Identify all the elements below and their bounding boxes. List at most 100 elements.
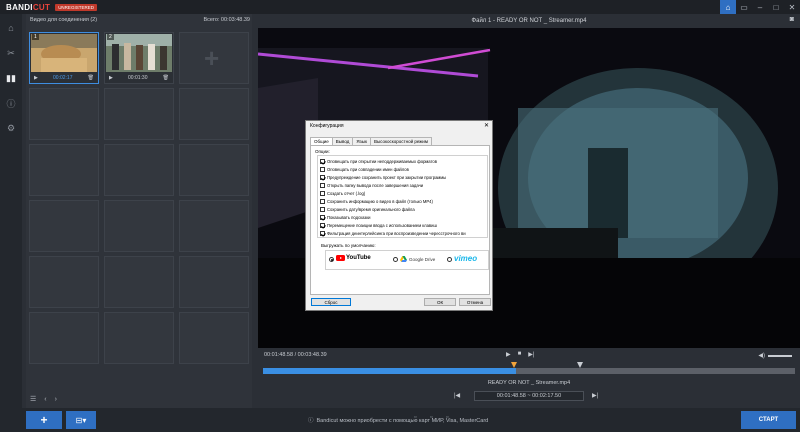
option-checkbox[interactable]	[320, 230, 325, 236]
share-icon[interactable]: ▫	[414, 414, 416, 421]
gear-icon[interactable]: ⚙	[0, 120, 22, 136]
empty-slot	[104, 144, 174, 196]
option-checkbox[interactable]	[320, 182, 325, 188]
option-row[interactable]: Оповещать при совпадении имен файлов	[320, 165, 409, 173]
option-row[interactable]: Фильтрация деинтерлейсинга при воспроизв…	[320, 229, 466, 237]
start-button[interactable]: СТАРТ	[741, 411, 796, 429]
google-drive-icon	[400, 256, 407, 262]
start-marker[interactable]	[511, 362, 517, 368]
clip-thumbnail	[31, 34, 97, 72]
empty-slot	[104, 312, 174, 364]
clip-item[interactable]: 2 ▶ 00:01:30 🗑	[104, 32, 174, 84]
vimeo-radio[interactable]	[447, 257, 452, 262]
google-drive-radio[interactable]	[393, 257, 398, 262]
clip-duration: 00:02:17	[53, 75, 73, 81]
option-row[interactable]: Показывать подсказки	[320, 213, 371, 221]
unregistered-badge: UNREGISTERED	[55, 3, 97, 11]
close-icon[interactable]: ✕	[784, 0, 800, 14]
play-icon[interactable]: ▶	[506, 351, 511, 358]
camera-icon[interactable]: ◙	[790, 16, 794, 23]
stop-icon[interactable]: ■	[518, 351, 522, 358]
add-clip-slot[interactable]: +	[179, 32, 249, 84]
current-time: 00:01:48.58 / 00:03:48.39	[264, 352, 327, 358]
empty-slot	[29, 312, 99, 364]
join-icon[interactable]: ▮▮	[0, 70, 22, 86]
vimeo-logo: vimeo	[454, 254, 478, 263]
maximize-icon[interactable]: □	[768, 0, 784, 14]
youtube-radio[interactable]	[329, 257, 334, 262]
empty-slot	[104, 200, 174, 252]
close-icon[interactable]: ✕	[484, 122, 489, 129]
home-icon[interactable]: ⌂	[720, 0, 736, 14]
range-row: |◀ 00:01:48.58 ~ 00:02:17.50 ▶|	[258, 391, 800, 401]
empty-slot	[179, 88, 249, 140]
volume-icon[interactable]: ◀)	[758, 352, 765, 359]
trash-icon[interactable]: 🗑	[88, 75, 94, 81]
option-checkbox[interactable]	[320, 198, 325, 204]
title-bar: BANDICUT UNREGISTERED ⌂ ▭ – □ ✕	[0, 0, 800, 14]
prev-page-icon[interactable]: ‹	[44, 396, 46, 403]
tab-content: Опции: Оповещать при открытии неподдержи…	[310, 145, 490, 295]
tab-general[interactable]: Общие	[310, 137, 333, 145]
tab-language[interactable]: Язык	[352, 137, 371, 145]
option-row[interactable]: Перемещение позиции ввода с использовани…	[320, 221, 437, 229]
tab-high-speed[interactable]: Высокоскоростной режим	[369, 137, 432, 145]
list-icon[interactable]: ▫	[446, 414, 448, 421]
add-file-button[interactable]: +	[26, 411, 62, 429]
option-label: Открыть папку вывода после завершения за…	[327, 182, 424, 188]
set-end-icon[interactable]: ▶|	[592, 392, 598, 399]
tab-output[interactable]: Вывод	[331, 137, 354, 145]
range-time[interactable]: 00:01:48.58 ~ 00:02:17.50	[474, 391, 584, 401]
option-checkbox[interactable]	[320, 206, 325, 212]
file-name: READY OR NOT _ Streamer.mp4	[487, 380, 571, 386]
timeline-bar[interactable]	[263, 368, 795, 374]
youtube-icon	[336, 255, 345, 261]
list-view-icon[interactable]: ☰	[30, 395, 36, 403]
folder-icon[interactable]: ▭	[736, 0, 752, 14]
option-checkbox[interactable]	[320, 214, 325, 220]
upload-label: Выгружать по умолчанию:	[321, 243, 376, 248]
home-icon[interactable]: ⌂	[0, 20, 22, 36]
option-row[interactable]: Оповещать при открытии неподдерживаемых …	[320, 157, 437, 165]
cut-icon[interactable]: ✂	[0, 45, 22, 61]
folder-icon[interactable]: ▫	[430, 414, 432, 421]
option-checkbox[interactable]	[320, 222, 325, 228]
option-checkbox[interactable]	[320, 190, 325, 196]
empty-slot	[179, 312, 249, 364]
bandicut-window: BANDICUT UNREGISTERED ⌂ ▭ – □ ✕ ⌂ ✂ ▮▮ ⓘ…	[0, 0, 800, 432]
reset-button[interactable]: Сброс	[311, 298, 351, 306]
preview-title: Файл 1 - READY OR NOT _ Streamer.mp4	[471, 18, 587, 24]
panel-footer: ☰ ‹ ›	[26, 392, 252, 406]
play-icon[interactable]: ▶	[109, 75, 113, 81]
purchase-info: ⓘ Bandicut можно приобрести с помощью кар…	[308, 418, 489, 424]
trash-icon[interactable]: 🗑	[163, 75, 169, 81]
end-marker[interactable]	[577, 362, 583, 368]
bottom-bar: + ⊟▾ ⓘ Bandicut можно приобрести с помощь…	[0, 408, 800, 432]
dialog-title: Конфигурация	[310, 123, 344, 129]
option-checkbox[interactable]	[320, 158, 325, 164]
cancel-button[interactable]: Отмена	[459, 298, 491, 306]
volume-slider[interactable]	[768, 354, 792, 357]
option-row[interactable]: Предупреждение сохранить проект при закр…	[320, 173, 446, 181]
upload-services: YouTube Google Drive vimeo	[325, 250, 489, 270]
options-label: Опции:	[315, 149, 330, 154]
clip-item[interactable]: 1 ▶ 00:02:17 🗑	[29, 32, 99, 84]
option-label: Перемещение позиции ввода с использовани…	[327, 222, 437, 228]
option-row[interactable]: Сохранить дату/время оригинального файла	[320, 205, 415, 213]
ok-button[interactable]: ОК	[424, 298, 456, 306]
option-checkbox[interactable]	[320, 174, 325, 180]
next-frame-icon[interactable]: ▶|	[528, 351, 534, 358]
option-label: Фильтрация деинтерлейсинга при воспроизв…	[327, 230, 466, 236]
option-row[interactable]: Открыть папку вывода после завершения за…	[320, 181, 423, 189]
option-row[interactable]: Сохранить информацию о видео в файл (тол…	[320, 197, 433, 205]
info-icon[interactable]: ⓘ	[0, 95, 22, 111]
export-button[interactable]: ⊟▾	[66, 411, 96, 429]
option-row[interactable]: Создать отчет (.log)	[320, 189, 365, 197]
play-icon[interactable]: ▶	[34, 75, 38, 81]
option-label: Создать отчет (.log)	[327, 190, 366, 196]
next-page-icon[interactable]: ›	[55, 396, 57, 403]
empty-slot	[179, 144, 249, 196]
set-start-icon[interactable]: |◀	[454, 392, 460, 399]
option-checkbox[interactable]	[320, 166, 325, 172]
minimize-icon[interactable]: –	[752, 0, 768, 14]
